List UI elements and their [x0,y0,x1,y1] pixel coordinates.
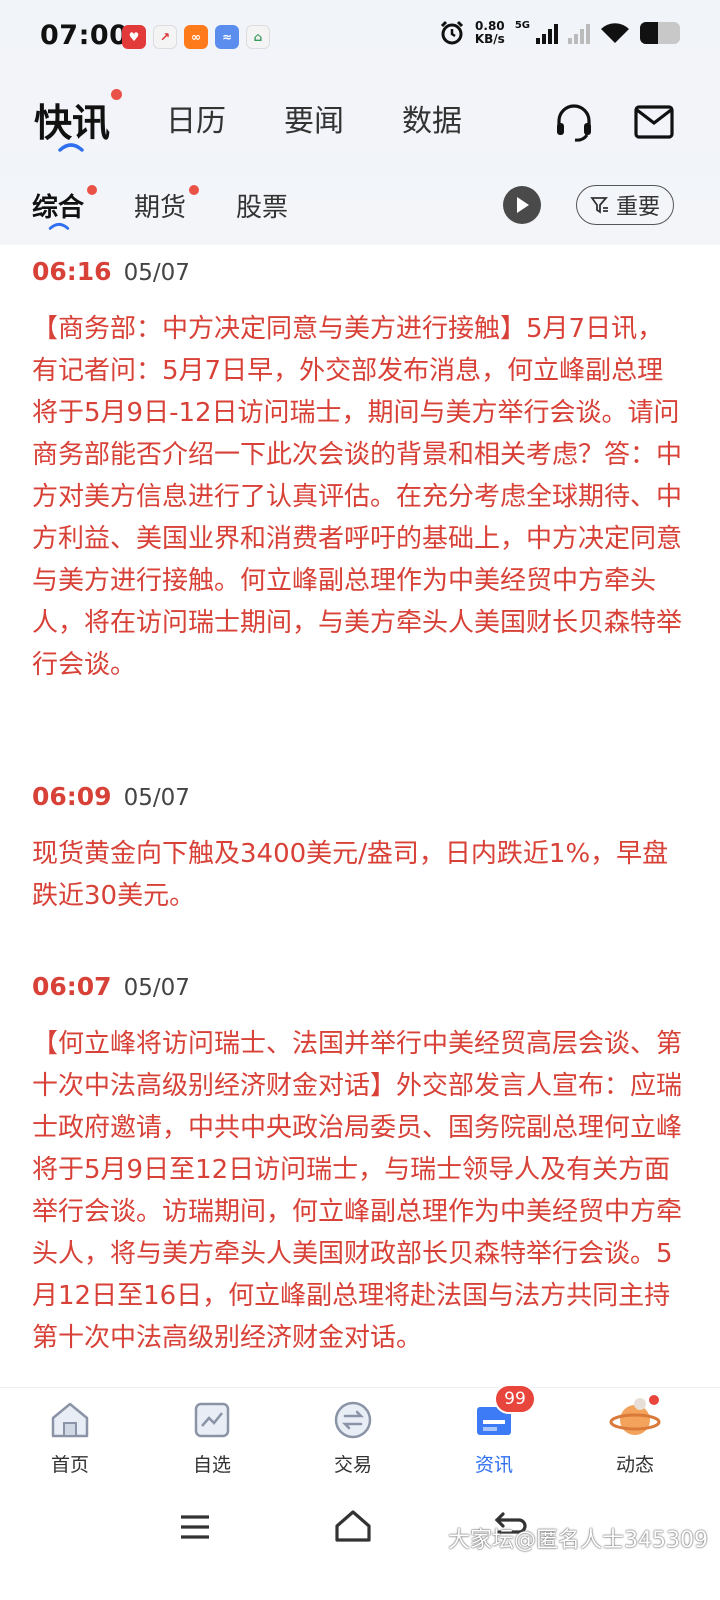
news-item[interactable]: 06:16 05/07 【商务部：中方决定同意与美方进行接触】5月7日讯，有记者… [32,257,687,686]
subtab-zonghe[interactable]: 综合 [32,187,84,224]
alarm-icon [440,20,463,45]
news-time: 06:16 [32,257,112,286]
play-icon [517,197,529,213]
tab-kuaixun[interactable]: 快讯 [34,92,110,147]
news-date: 05/07 [123,260,190,286]
messages-button[interactable] [632,100,676,144]
watermark: 大家坛@匿名人士345309 [448,1528,708,1553]
planet-icon [609,1395,661,1442]
nav-dynamics[interactable]: 动态 [585,1395,685,1477]
status-right: 0.80 KB/s 5G [439,20,680,46]
subtab-gupiao[interactable]: 股票 [236,187,288,224]
nav-trade[interactable]: 交易 [303,1398,403,1477]
notification-icons: ♥ ↗ ∞ ≈ ⌂ [122,25,270,49]
app-notification-icon: ≈ [215,25,239,49]
headset-icon [557,104,591,142]
news-icon: 99 [472,1384,536,1442]
active-subtab-indicator [48,223,70,230]
wifi-icon [601,23,629,43]
battery-icon [640,22,680,44]
network-type: 5G [514,19,530,31]
audio-play-button[interactable] [503,186,541,224]
news-date: 05/07 [123,975,190,1001]
signal-icon [536,22,558,44]
status-time: 07:00 [40,20,129,51]
tab-rili[interactable]: 日历 [166,96,226,140]
news-date: 05/07 [123,785,190,811]
nav-news[interactable]: 99 资讯 [444,1384,544,1477]
active-tab-indicator [58,143,84,152]
news-badge: 99 [494,1384,536,1414]
nav-watchlist[interactable]: 自选 [162,1398,262,1477]
tab-shuju[interactable]: 数据 [402,96,462,140]
bottom-navigation: 首页 自选 交易 99 资讯 动态 [0,1384,720,1500]
tab-kuaixun-dot [111,89,122,100]
app-notification-icon: ⌂ [246,25,270,49]
nav-home[interactable]: 首页 [20,1398,120,1477]
news-time: 06:07 [32,972,112,1001]
filter-icon [590,197,608,214]
app-notification-icon: ♥ [122,25,146,49]
customer-service-button[interactable] [552,100,596,144]
subtab-zonghe-dot [87,185,97,195]
app-screen: 07:00 ♥ ↗ ∞ ≈ ⌂ 0.80 KB/s 5G 快讯 日历 要闻 数据… [0,0,720,1600]
news-text: 【何立峰将访问瑞士、法国并举行中美经贸高层会谈、第十次中法高级别经济财金对话】外… [32,1029,683,1353]
signal-icon-secondary [568,22,590,44]
news-time: 06:09 [32,782,112,811]
app-notification-icon: ↗ [153,25,177,49]
news-item[interactable]: 06:09 05/07 现货黄金向下触及3400美元/盎司，日内跌近1%，早盘跌… [32,782,687,917]
subtab-qihuo[interactable]: 期货 [134,187,186,224]
status-bar: 07:00 ♥ ↗ ∞ ≈ ⌂ 0.80 KB/s 5G [0,0,720,76]
news-item[interactable]: 06:07 05/07 【何立峰将访问瑞士、法国并举行中美经贸高层会谈、第十次中… [32,972,687,1359]
watchlist-icon [190,1398,234,1442]
news-text: 【商务部：中方决定同意与美方进行接触】5月7日讯，有记者问：5月7日早，外交部发… [32,314,683,680]
home-icon [48,1398,92,1442]
news-text: 现货黄金向下触及3400美元/盎司，日内跌近1%，早盘跌近30美元。 [32,839,669,911]
trade-icon [331,1398,375,1442]
network-speed: 0.80 KB/s [474,19,505,46]
app-notification-icon: ∞ [184,25,208,49]
subtab-qihuo-dot [189,185,199,195]
menu-icon[interactable] [178,1513,212,1541]
mail-icon [634,105,674,139]
important-filter-button[interactable]: 重要 [576,185,674,225]
tab-yaowen[interactable]: 要闻 [284,96,344,140]
home-system-icon[interactable] [333,1508,373,1544]
news-feed[interactable]: 06:16 05/07 【商务部：中方决定同意与美方进行接触】5月7日讯，有记者… [0,245,720,1387]
